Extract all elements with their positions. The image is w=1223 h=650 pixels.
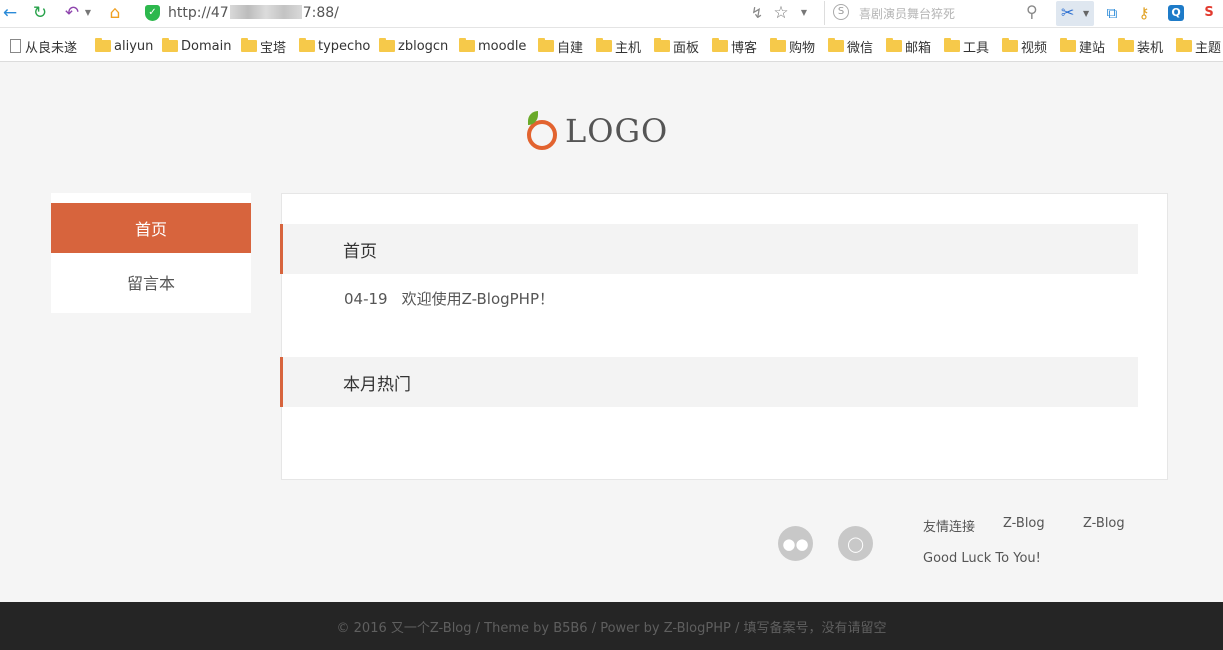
bookmark-folder[interactable]: 自建	[538, 38, 583, 56]
extension-window-icon[interactable]: ⧉	[1102, 3, 1122, 23]
bookmark-folder[interactable]: 邮箱	[886, 38, 931, 56]
bookmark-item[interactable]: 从良未遂	[10, 38, 77, 56]
browser-toolbar: ← ↻ ↶ ▼ ⌂ ✓ http://47 7:88/ ↯ ☆ ▼ S 喜剧演员舞…	[0, 0, 1223, 28]
orange-logo-icon	[525, 111, 559, 151]
post-date: 04-19	[344, 290, 388, 308]
folder-icon	[1176, 38, 1192, 52]
folder-icon	[1002, 38, 1018, 52]
extension-s-icon[interactable]: S	[1199, 3, 1219, 23]
post-list-item[interactable]: 04-19 欢迎使用Z-BlogPHP！	[344, 288, 554, 309]
chevron-down-icon[interactable]: ▼	[1083, 9, 1089, 18]
bookmark-folder[interactable]: 购物	[770, 38, 815, 56]
chevron-down-icon[interactable]: ▼	[799, 3, 809, 23]
folder-icon	[654, 38, 670, 52]
footer-copyright: © 2016 又一个Z-Blog / Theme by B5B6 / Power…	[336, 620, 887, 636]
folder-icon	[944, 38, 960, 52]
url-text[interactable]: http://47 7:88/	[168, 5, 339, 21]
bookmark-folder[interactable]: 面板	[654, 38, 699, 56]
magnifier-icon[interactable]: ⚲	[1026, 2, 1038, 21]
bookmark-folder[interactable]: 工具	[944, 38, 989, 56]
shield-check-icon: ✓	[145, 5, 160, 21]
redacted-url-segment	[229, 5, 302, 19]
undo-icon[interactable]: ↶	[62, 3, 82, 23]
folder-icon	[1060, 38, 1076, 52]
friend-link[interactable]: Z-Blog	[1003, 516, 1045, 531]
lightning-icon[interactable]: ↯	[748, 3, 766, 23]
folder-icon	[770, 38, 786, 52]
bookmark-folder[interactable]: moodle	[459, 38, 526, 54]
scissors-icon: ✂	[1061, 3, 1075, 22]
friend-link[interactable]: Z-Blog	[1083, 516, 1125, 531]
search-engine-icon[interactable]: S	[833, 4, 849, 20]
section-title-hot: 本月热门	[280, 357, 1138, 407]
bookmark-folder[interactable]: 装机	[1118, 38, 1163, 56]
screenshot-button[interactable]: ✂ ▼	[1056, 1, 1094, 26]
folder-icon	[95, 38, 111, 52]
key-icon[interactable]: ⚷	[1134, 3, 1154, 23]
star-icon[interactable]: ☆	[771, 3, 791, 23]
address-bar[interactable]: ✓ http://47 7:88/	[140, 2, 820, 25]
chevron-down-icon[interactable]: ▼	[84, 3, 92, 23]
bookmark-folder[interactable]: 微信	[828, 38, 873, 56]
weibo-icon[interactable]: ◯	[838, 526, 873, 561]
bookmark-folder[interactable]: 主机	[596, 38, 641, 56]
search-bar[interactable]: S 喜剧演员舞台猝死 ⚲	[824, 1, 1048, 25]
post-title-link[interactable]: 欢迎使用Z-BlogPHP！	[402, 290, 554, 308]
extension-q-icon[interactable]: Q	[1166, 3, 1186, 23]
folder-icon	[459, 38, 475, 52]
search-input[interactable]: 喜剧演员舞台猝死	[859, 5, 955, 22]
friend-links-title: 友情连接	[923, 520, 976, 535]
folder-icon	[596, 38, 612, 52]
page-icon	[10, 39, 21, 53]
refresh-icon[interactable]: ↻	[30, 3, 50, 23]
folder-icon	[712, 38, 728, 52]
main-content: 首页 04-19 欢迎使用Z-BlogPHP！ 本月热门	[280, 193, 1168, 480]
folder-icon	[241, 38, 257, 52]
folder-icon	[828, 38, 844, 52]
bookmark-folder[interactable]: 宝塔	[241, 38, 286, 56]
side-navigation: 首页 留言本	[51, 193, 251, 313]
back-arrow-icon[interactable]: ←	[0, 3, 20, 23]
folder-icon	[538, 38, 554, 52]
site-logo[interactable]: LOGO	[525, 110, 668, 152]
bookmark-folder[interactable]: 建站	[1060, 38, 1105, 56]
folder-icon	[162, 38, 178, 52]
nav-item-home[interactable]: 首页	[51, 203, 251, 253]
bookmark-folder[interactable]: 主题	[1176, 38, 1221, 56]
bookmarks-bar: 从良未遂 aliyun Domain 宝塔 typecho zblogcn mo…	[0, 28, 1223, 62]
bookmark-folder[interactable]: 博客	[712, 38, 757, 56]
bookmark-folder[interactable]: typecho	[299, 38, 370, 54]
url-suffix: 7:88/	[302, 5, 339, 21]
wechat-icon[interactable]: ●●	[778, 526, 813, 561]
folder-icon	[1118, 38, 1134, 52]
section-title-home: 首页	[280, 224, 1138, 274]
folder-icon	[379, 38, 395, 52]
bookmark-folder[interactable]: zblogcn	[379, 38, 448, 54]
tagline: Good Luck To You!	[923, 551, 1041, 566]
logo-text: LOGO	[565, 112, 669, 150]
home-icon[interactable]: ⌂	[104, 3, 126, 23]
bookmark-folder[interactable]: aliyun	[95, 38, 153, 54]
bookmark-folder[interactable]: 视频	[1002, 38, 1047, 56]
nav-item-guestbook[interactable]: 留言本	[51, 257, 251, 307]
bookmark-folder[interactable]: Domain	[162, 38, 231, 54]
site-footer: © 2016 又一个Z-Blog / Theme by B5B6 / Power…	[0, 602, 1223, 650]
folder-icon	[886, 38, 902, 52]
url-prefix: http://47	[168, 5, 229, 21]
folder-icon	[299, 38, 315, 52]
